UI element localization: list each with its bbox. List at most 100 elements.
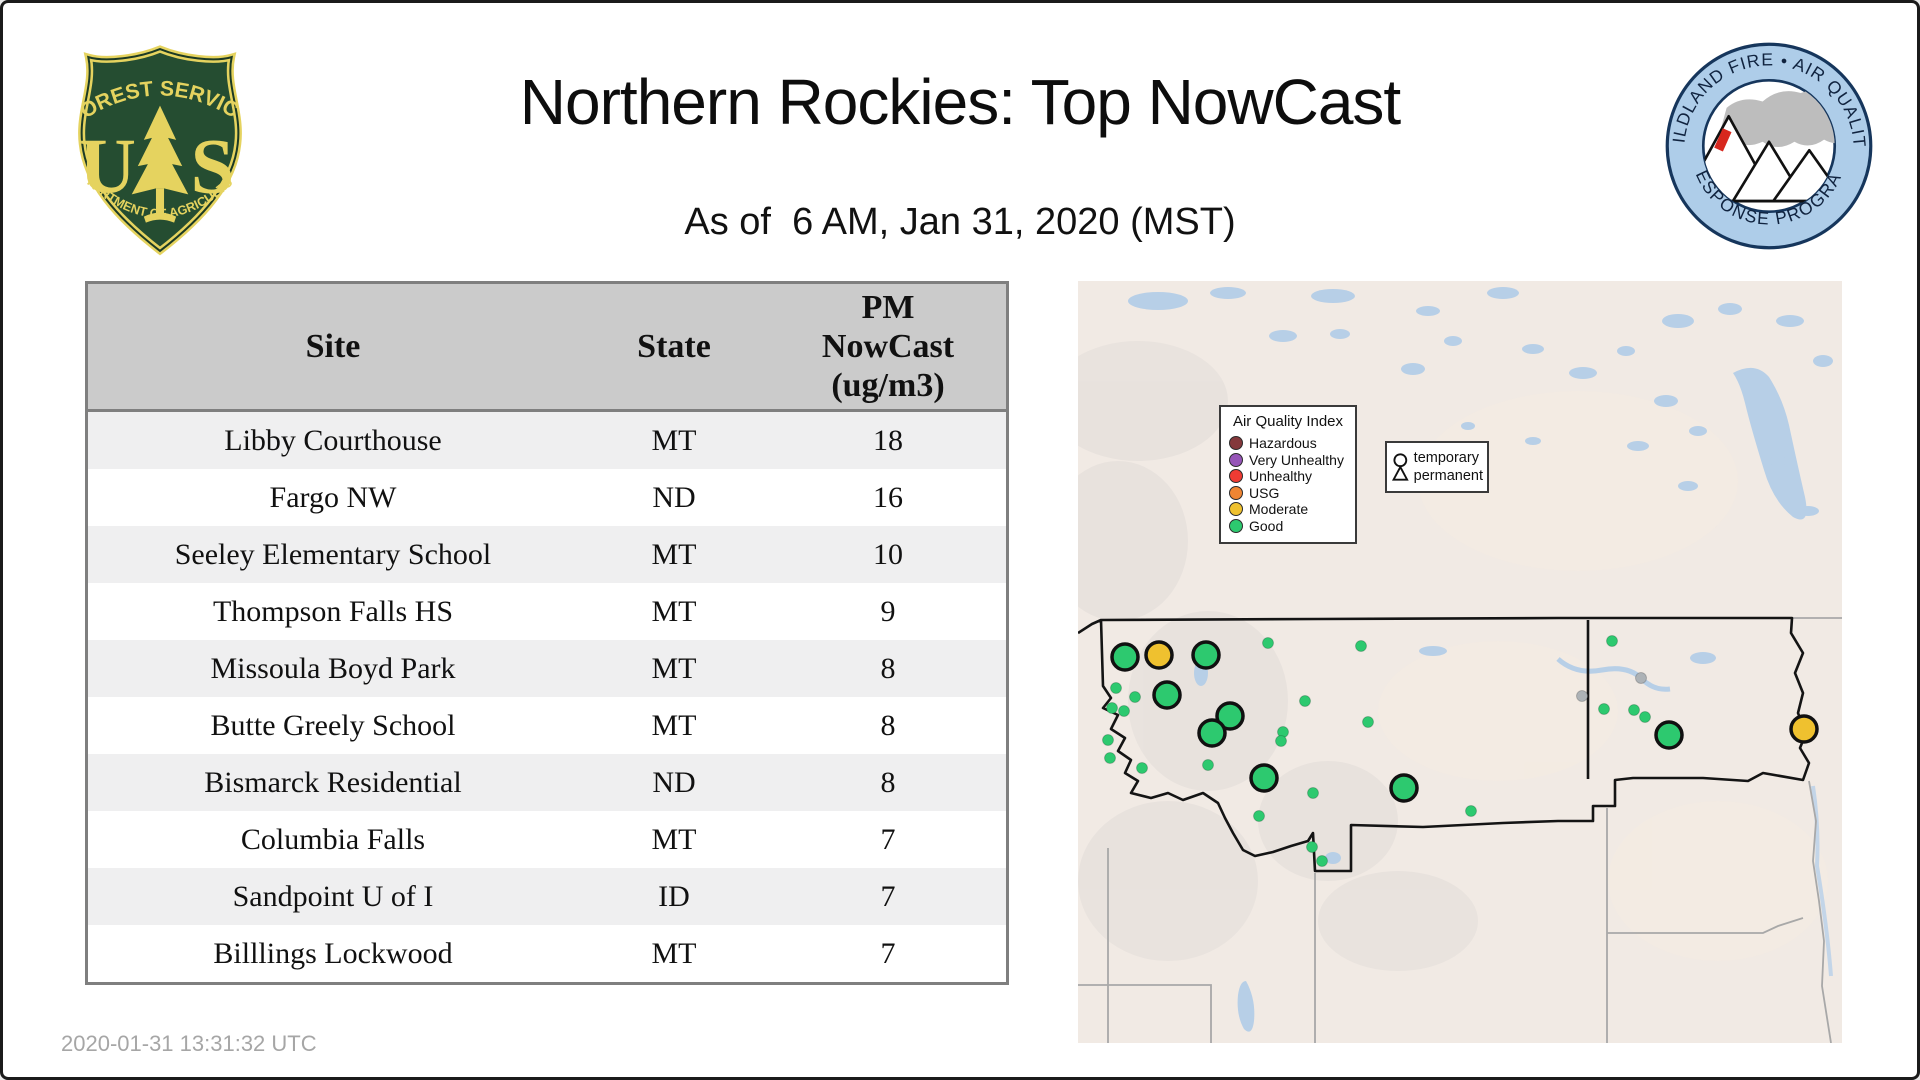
page-title: Northern Rockies: Top NowCast bbox=[519, 66, 1401, 138]
permanent-monitor-good bbox=[1275, 735, 1287, 747]
permanent-monitor-good bbox=[1202, 759, 1214, 771]
legend-item-good: Good bbox=[1229, 518, 1347, 535]
permanent-monitor-good bbox=[1102, 734, 1114, 746]
permanent-monitor-good bbox=[1316, 855, 1328, 867]
state-cell: MT bbox=[651, 537, 697, 571]
pm-cell: 7 bbox=[880, 879, 896, 913]
legend-item-usg: USG bbox=[1229, 485, 1347, 502]
state-cell: ID bbox=[658, 879, 690, 913]
usg-swatch-icon bbox=[1229, 485, 1243, 500]
state-cell: MT bbox=[651, 594, 697, 628]
wfaqrp-logo: WILDLAND FIRE • AIR QUALITY RESPONSE PRO… bbox=[1663, 39, 1873, 250]
legend-item-very-unhealthy: Very Unhealthy bbox=[1229, 452, 1347, 469]
nowcast-table: Site State PM NowCast (ug/m3) Libby Courth… bbox=[85, 281, 1009, 985]
table-row: Fargo NW ND 16 bbox=[86, 469, 1008, 526]
table-header-row: Site State PM NowCast (ug/m3) bbox=[86, 282, 1008, 412]
moderate-swatch-icon bbox=[1229, 502, 1243, 517]
site-cell: Billlings Lockwood bbox=[213, 936, 453, 970]
state-cell: MT bbox=[651, 822, 697, 856]
site-cell: Seeley Elementary School bbox=[174, 537, 492, 571]
permanent-monitor-good bbox=[1110, 682, 1122, 694]
pm-cell: 18 bbox=[873, 423, 903, 457]
temporary-monitor-good bbox=[1191, 640, 1221, 670]
monitor-map: Air Quality Index Hazardous Very Unhealt… bbox=[1078, 281, 1842, 1043]
permanent-monitor-good bbox=[1299, 695, 1311, 707]
report-slide: FOREST SERVICE U S DEPARTMENT OF AGRICUL… bbox=[0, 0, 1920, 1080]
pm-cell: 9 bbox=[880, 594, 896, 628]
permanent-monitor-good bbox=[1307, 787, 1319, 799]
permanent-monitor-good bbox=[1598, 703, 1610, 715]
unhealthy-swatch-icon bbox=[1229, 469, 1243, 484]
pm-cell: 7 bbox=[880, 936, 896, 970]
permanent-monitor-good bbox=[1639, 711, 1651, 723]
permanent-monitor-inactive bbox=[1635, 672, 1647, 684]
table-row: Sandpoint U of I ID 7 bbox=[86, 868, 1008, 925]
permanent-monitor-good bbox=[1362, 716, 1374, 728]
legend-item-hazardous: Hazardous bbox=[1229, 435, 1347, 452]
site-cell: Fargo NW bbox=[269, 480, 397, 514]
very-unhealthy-swatch-icon bbox=[1229, 452, 1243, 467]
pm-cell: 8 bbox=[880, 708, 896, 742]
hazardous-swatch-icon bbox=[1229, 436, 1243, 451]
pm-cell: 8 bbox=[880, 765, 896, 799]
permanent-monitor-good bbox=[1118, 705, 1130, 717]
permanent-symbol-icon bbox=[1391, 465, 1409, 481]
table-row: Libby Courthouse MT 18 bbox=[86, 410, 1008, 469]
monitor-type-symbols bbox=[1391, 453, 1409, 481]
table-row: Columbia Falls MT 7 bbox=[86, 811, 1008, 868]
permanent-monitor-good bbox=[1129, 691, 1141, 703]
state-cell: MT bbox=[651, 423, 697, 457]
pm-cell: 16 bbox=[873, 480, 903, 514]
column-header-site: Site bbox=[86, 282, 578, 412]
pm-cell: 8 bbox=[880, 651, 896, 685]
table-row: Thompson Falls HS MT 9 bbox=[86, 583, 1008, 640]
temporary-monitor-moderate bbox=[1144, 640, 1174, 670]
good-swatch-icon bbox=[1229, 518, 1243, 533]
permanent-monitor-good bbox=[1628, 704, 1640, 716]
temporary-monitor-moderate bbox=[1789, 714, 1819, 744]
permanent-monitor-good bbox=[1606, 635, 1618, 647]
permanent-monitor-good bbox=[1104, 752, 1116, 764]
permanent-monitor-good bbox=[1262, 637, 1274, 649]
temporary-symbol-icon bbox=[1393, 453, 1408, 468]
legend-item-unhealthy: Unhealthy bbox=[1229, 468, 1347, 485]
site-cell: Missoula Boyd Park bbox=[210, 651, 456, 685]
table-row: Butte Greely School MT 8 bbox=[86, 697, 1008, 754]
temporary-monitor-good bbox=[1654, 720, 1684, 750]
site-cell: Thompson Falls HS bbox=[212, 594, 454, 628]
temporary-monitor-good bbox=[1197, 718, 1227, 748]
forest-service-logo: FOREST SERVICE U S DEPARTMENT OF AGRICUL… bbox=[59, 43, 243, 256]
permanent-monitor-good bbox=[1136, 762, 1148, 774]
site-cell: Sandpoint U of I bbox=[232, 879, 434, 913]
table-row: Missoula Boyd Park MT 8 bbox=[86, 640, 1008, 697]
column-header-pm-nowcast: PM NowCast (ug/m3) bbox=[770, 282, 1008, 412]
table-row: Seeley Elementary School MT 10 bbox=[86, 526, 1008, 583]
legend-item-moderate: Moderate bbox=[1229, 501, 1347, 518]
table-row: Bismarck Residential ND 8 bbox=[86, 754, 1008, 811]
site-cell: Butte Greely School bbox=[210, 708, 456, 742]
pm-cell: 10 bbox=[873, 537, 903, 571]
as-of-subtitle: As of 6 AM, Jan 31, 2020 (MST) bbox=[684, 201, 1236, 243]
generated-timestamp: 2020-01-31 13:31:32 UTC bbox=[61, 1031, 317, 1056]
state-cell: ND bbox=[652, 480, 696, 514]
permanent-monitor-good bbox=[1355, 640, 1367, 652]
permanent-label: permanent bbox=[1413, 468, 1483, 484]
permanent-monitor-good bbox=[1306, 841, 1318, 853]
aqi-legend-title: Air Quality Index bbox=[1232, 413, 1344, 430]
table-row: Billlings Lockwood MT 7 bbox=[86, 925, 1008, 984]
basemap bbox=[1078, 281, 1842, 1043]
state-cell: MT bbox=[651, 651, 697, 685]
permanent-monitor-inactive bbox=[1576, 690, 1588, 702]
site-cell: Libby Courthouse bbox=[224, 423, 442, 457]
column-header-state: State bbox=[578, 282, 770, 412]
temporary-monitor-good bbox=[1389, 773, 1419, 803]
pm-cell: 7 bbox=[880, 822, 896, 856]
aqi-legend: Air Quality Index Hazardous Very Unhealt… bbox=[1219, 405, 1357, 544]
temporary-monitor-good bbox=[1110, 642, 1140, 672]
permanent-monitor-good bbox=[1106, 702, 1118, 714]
permanent-monitor-good bbox=[1465, 805, 1477, 817]
state-cell: MT bbox=[651, 936, 697, 970]
temporary-monitor-good bbox=[1152, 680, 1182, 710]
state-cell: MT bbox=[651, 708, 697, 742]
site-cell: Bismarck Residential bbox=[204, 765, 462, 799]
